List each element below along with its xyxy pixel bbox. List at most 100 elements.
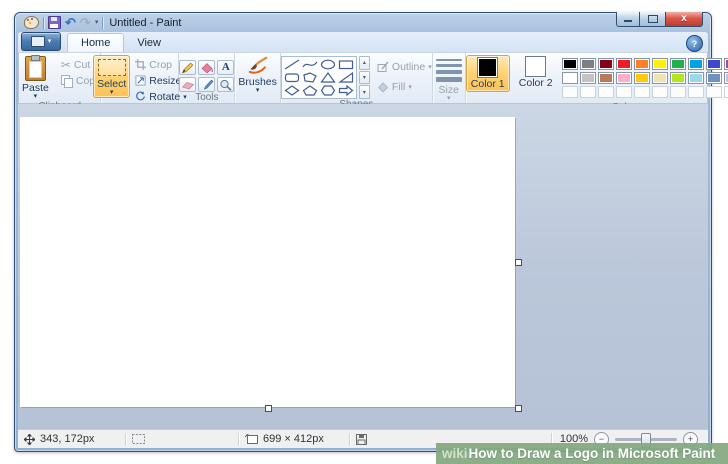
paint-app-icon[interactable]	[24, 16, 39, 29]
title-bar: ↶ ↷ ▾ Untitled - Paint x	[18, 13, 708, 32]
maximize-button[interactable]	[640, 12, 665, 27]
color-swatch[interactable]	[562, 58, 578, 70]
empty-color-slot[interactable]	[706, 86, 722, 98]
empty-color-slot[interactable]	[670, 86, 686, 98]
color-swatch[interactable]	[580, 58, 596, 70]
empty-color-slot[interactable]	[598, 86, 614, 98]
shape-line[interactable]	[283, 58, 301, 71]
group-tools: A Tools	[179, 53, 235, 103]
canvas-size-value: 699 × 412px	[263, 433, 324, 445]
color-swatch[interactable]	[562, 72, 578, 84]
empty-color-slot[interactable]	[580, 86, 596, 98]
save-icon[interactable]	[48, 16, 61, 29]
rectangle-icon	[337, 58, 355, 71]
shape-rectangle[interactable]	[337, 58, 355, 71]
empty-color-slot[interactable]	[562, 86, 578, 98]
color-swatch[interactable]	[598, 72, 614, 84]
curve-icon	[301, 58, 319, 71]
scroll-down-icon[interactable]: ▾	[359, 71, 370, 85]
minimize-button[interactable]	[616, 12, 640, 27]
resize-handle-corner[interactable]	[515, 405, 522, 412]
empty-color-slot[interactable]	[634, 86, 650, 98]
color-swatch[interactable]	[670, 72, 686, 84]
hexagon-icon	[319, 84, 337, 97]
color-swatch[interactable]	[634, 72, 650, 84]
selection-size-section	[126, 430, 238, 448]
selection-size-icon	[132, 434, 145, 444]
color2-button[interactable]: Color 2	[515, 55, 557, 90]
more-shapes-icon[interactable]: ▾	[359, 85, 370, 99]
fill-with-color-tool[interactable]	[198, 60, 215, 75]
help-icon[interactable]: ?	[686, 35, 703, 52]
pencil-tool[interactable]	[179, 60, 196, 75]
divider	[43, 17, 44, 29]
empty-color-slot[interactable]	[616, 86, 632, 98]
shape-ellipse[interactable]	[319, 58, 337, 71]
outline-button[interactable]: Outline ▾	[377, 59, 432, 74]
color-swatch[interactable]	[616, 58, 632, 70]
group-size: Size ▾	[433, 53, 466, 103]
magnifier-icon	[219, 79, 233, 91]
brushes-button[interactable]: Brushes ▾	[235, 55, 280, 95]
color-swatch[interactable]	[706, 72, 722, 84]
paste-button[interactable]: Paste ▾	[19, 55, 52, 101]
shape-right-triangle[interactable]	[337, 71, 355, 84]
shape-triangle[interactable]	[319, 71, 337, 84]
color1-label: Color 1	[470, 79, 506, 90]
empty-color-slot[interactable]	[688, 86, 704, 98]
color-swatch[interactable]	[634, 58, 650, 70]
fill-button[interactable]: Fill ▾	[377, 79, 432, 94]
drawing-canvas[interactable]	[20, 117, 515, 407]
shape-hexagon[interactable]	[319, 84, 337, 97]
color-swatch[interactable]	[706, 58, 722, 70]
resize-handle-right[interactable]	[515, 259, 522, 266]
application-menu-button[interactable]: ▾	[21, 32, 61, 51]
shape-polygon[interactable]	[301, 71, 319, 84]
close-button[interactable]: x	[665, 12, 703, 27]
watermark-title: How to Draw a Logo in Microsoft Paint	[469, 446, 716, 461]
color-swatch[interactable]	[652, 58, 668, 70]
color-swatch[interactable]	[616, 72, 632, 84]
chevron-down-icon: ▾	[34, 94, 38, 100]
text-icon: A	[222, 62, 230, 73]
zoom-slider-track[interactable]	[615, 438, 677, 441]
select-button[interactable]: Select ▾	[93, 55, 130, 98]
diamond-icon	[283, 84, 301, 97]
color-picker-tool[interactable]	[198, 77, 215, 92]
resize-handle-bottom[interactable]	[265, 405, 272, 412]
redo-icon: ↷	[80, 17, 91, 28]
undo-icon[interactable]: ↶	[65, 17, 76, 28]
shape-curve[interactable]	[301, 58, 319, 71]
tab-view[interactable]: View	[124, 34, 174, 52]
canvas-size-section: 699 × 412px	[239, 430, 349, 448]
window-title: Untitled - Paint	[109, 17, 181, 29]
eraser-tool[interactable]	[179, 77, 196, 92]
color-swatch[interactable]	[724, 58, 728, 70]
color-swatch[interactable]	[580, 72, 596, 84]
chevron-down-icon: ▾	[256, 88, 260, 94]
color-swatch[interactable]	[652, 72, 668, 84]
color-swatch[interactable]	[688, 58, 704, 70]
shape-diamond[interactable]	[283, 84, 301, 97]
shape-rounded-rectangle[interactable]	[283, 71, 301, 84]
color-swatch[interactable]	[598, 58, 614, 70]
color-swatch[interactable]	[688, 72, 704, 84]
empty-color-slot[interactable]	[652, 86, 668, 98]
size-button[interactable]: Size ▾	[433, 55, 465, 103]
rounded-rectangle-icon	[283, 71, 301, 84]
color1-button[interactable]: Color 1	[466, 55, 510, 92]
color-swatch[interactable]	[670, 58, 686, 70]
crop-icon	[135, 59, 146, 70]
magnifier-tool[interactable]	[217, 77, 234, 92]
shape-pentagon[interactable]	[301, 84, 319, 97]
customize-quick-access-icon[interactable]: ▾	[95, 19, 99, 27]
text-tool[interactable]: A	[217, 60, 234, 75]
divider	[102, 17, 103, 29]
chevron-down-icon: ▾	[408, 83, 412, 91]
tab-home[interactable]: Home	[67, 33, 124, 52]
cut-icon: ✂	[61, 59, 71, 71]
shape-arrow-right[interactable]	[337, 84, 355, 97]
empty-color-slot[interactable]	[724, 86, 728, 98]
scroll-up-icon[interactable]: ▴	[359, 56, 370, 70]
color-swatch[interactable]	[724, 72, 728, 84]
